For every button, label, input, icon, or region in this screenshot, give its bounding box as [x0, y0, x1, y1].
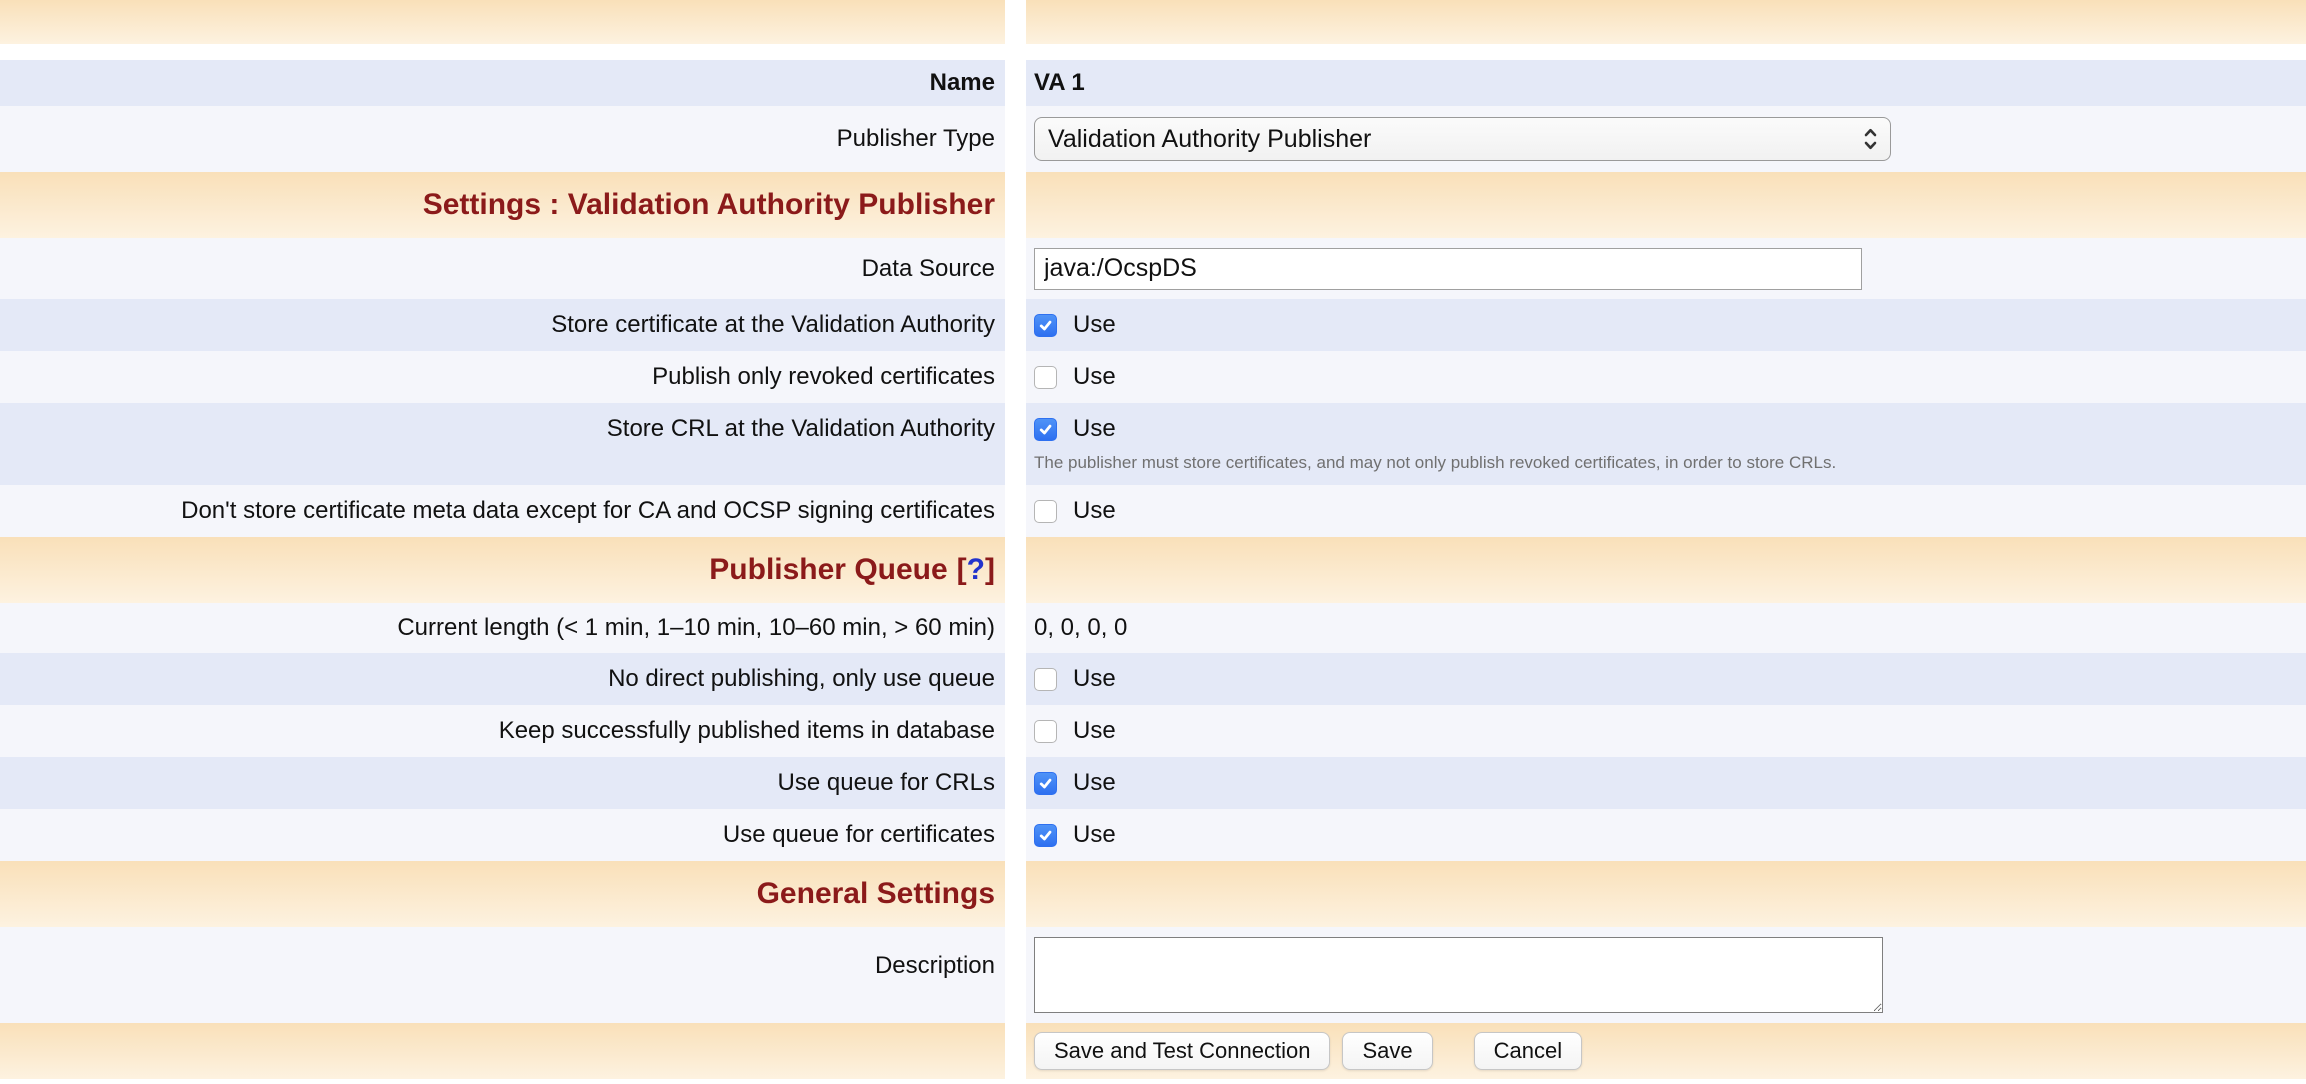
- publisher-type-label: Publisher Type: [837, 124, 995, 154]
- data-source-input[interactable]: [1034, 248, 1862, 290]
- store-crl-note: The publisher must store certificates, a…: [1034, 452, 1836, 473]
- row-name: Name VA 1: [0, 60, 2306, 106]
- settings-section-title: Settings : Validation Authority Publishe…: [423, 187, 995, 223]
- description-label: Description: [875, 951, 995, 981]
- cancel-button[interactable]: Cancel: [1474, 1032, 1582, 1070]
- keep-published-label: Keep successfully published items in dat…: [499, 716, 995, 746]
- name-value: VA 1: [1034, 68, 1085, 98]
- column-divider: [1005, 106, 1026, 172]
- row-queue-for-certificates: Use queue for certificates Use: [0, 809, 2306, 861]
- row-store-certificate: Store certificate at the Validation Auth…: [0, 299, 2306, 351]
- row-description: Description: [0, 927, 2306, 1023]
- column-divider: [1005, 603, 1026, 653]
- column-divider: [1005, 537, 1026, 603]
- checkmark-icon: [1038, 318, 1053, 333]
- column-divider: [1005, 351, 1026, 403]
- dont-store-meta-label: Don't store certificate meta data except…: [181, 496, 995, 526]
- column-divider: [1005, 403, 1026, 485]
- column-divider: [1005, 485, 1026, 537]
- row-publisher-type: Publisher Type Validation Authority Publ…: [0, 106, 2306, 172]
- queue-for-certificates-checkbox[interactable]: [1034, 824, 1057, 847]
- description-textarea[interactable]: [1034, 937, 1883, 1013]
- row-keep-published: Keep successfully published items in dat…: [0, 705, 2306, 757]
- publisher-type-selected-value: Validation Authority Publisher: [1048, 125, 1371, 154]
- queue-for-crls-label: Use queue for CRLs: [778, 768, 995, 798]
- store-crl-label: Store CRL at the Validation Authority: [607, 414, 995, 444]
- general-settings-section-title: General Settings: [757, 876, 995, 912]
- queue-for-certificates-use-label: Use: [1073, 820, 1116, 850]
- column-divider: [1005, 861, 1026, 927]
- column-divider: [1005, 60, 1026, 106]
- current-length-label: Current length (< 1 min, 1–10 min, 10–60…: [397, 613, 995, 643]
- data-source-label: Data Source: [862, 254, 995, 284]
- top-band-left: [0, 0, 1005, 44]
- store-certificate-use-label: Use: [1073, 310, 1116, 340]
- save-button[interactable]: Save: [1342, 1032, 1432, 1070]
- row-publish-only-revoked: Publish only revoked certificates Use: [0, 351, 2306, 403]
- column-divider: [1005, 757, 1026, 809]
- row-actions: Save and Test Connection Save Cancel: [0, 1023, 2306, 1079]
- help-bracket-open: [: [957, 552, 967, 588]
- publisher-queue-help-link[interactable]: ?: [967, 552, 985, 588]
- column-divider: [1005, 705, 1026, 757]
- publisher-type-select[interactable]: Validation Authority Publisher: [1034, 117, 1891, 161]
- save-and-test-connection-button[interactable]: Save and Test Connection: [1034, 1032, 1330, 1070]
- no-direct-publishing-use-label: Use: [1073, 664, 1116, 694]
- row-store-crl: Store CRL at the Validation Authority Us…: [0, 403, 2306, 485]
- dont-store-meta-use-label: Use: [1073, 496, 1116, 526]
- keep-published-checkbox[interactable]: [1034, 720, 1057, 743]
- queue-for-certificates-label: Use queue for certificates: [723, 820, 995, 850]
- help-bracket-close: ]: [985, 552, 995, 588]
- checkmark-icon: [1038, 422, 1053, 437]
- queue-for-crls-checkbox[interactable]: [1034, 772, 1057, 795]
- no-direct-publishing-label: No direct publishing, only use queue: [608, 664, 995, 694]
- dont-store-meta-checkbox[interactable]: [1034, 500, 1057, 523]
- column-divider: [1005, 1023, 1026, 1079]
- publish-only-revoked-label: Publish only revoked certificates: [652, 362, 995, 392]
- row-current-length: Current length (< 1 min, 1–10 min, 10–60…: [0, 603, 2306, 653]
- column-divider: [1005, 927, 1026, 1023]
- row-spacer: [0, 44, 2306, 60]
- checkmark-icon: [1038, 776, 1053, 791]
- keep-published-use-label: Use: [1073, 716, 1116, 746]
- section-general-settings-header: General Settings: [0, 861, 2306, 927]
- store-certificate-checkbox[interactable]: [1034, 314, 1057, 337]
- column-divider: [1005, 0, 1026, 44]
- store-crl-checkbox[interactable]: [1034, 418, 1057, 441]
- row-no-direct-publishing: No direct publishing, only use queue Use: [0, 653, 2306, 705]
- checkmark-icon: [1038, 828, 1053, 843]
- publish-only-revoked-checkbox[interactable]: [1034, 366, 1057, 389]
- top-section-band: [0, 0, 2306, 44]
- row-queue-for-crls: Use queue for CRLs Use: [0, 757, 2306, 809]
- top-band-right: [1026, 0, 2306, 44]
- column-divider: [1005, 299, 1026, 351]
- column-divider: [1005, 238, 1026, 299]
- column-divider: [1005, 653, 1026, 705]
- select-stepper-icon: [1862, 125, 1879, 153]
- column-divider: [1005, 809, 1026, 861]
- store-certificate-label: Store certificate at the Validation Auth…: [551, 310, 995, 340]
- section-settings-header: Settings : Validation Authority Publishe…: [0, 172, 2306, 238]
- publish-only-revoked-use-label: Use: [1073, 362, 1116, 392]
- section-publisher-queue-header: Publisher Queue [?]: [0, 537, 2306, 603]
- name-label: Name: [930, 68, 995, 98]
- store-crl-use-label: Use: [1073, 414, 1116, 444]
- no-direct-publishing-checkbox[interactable]: [1034, 668, 1057, 691]
- row-data-source: Data Source: [0, 238, 2306, 299]
- row-dont-store-meta: Don't store certificate meta data except…: [0, 485, 2306, 537]
- queue-for-crls-use-label: Use: [1073, 768, 1116, 798]
- publisher-queue-section-title: Publisher Queue: [709, 552, 947, 588]
- column-divider: [1005, 172, 1026, 238]
- current-length-value: 0, 0, 0, 0: [1034, 613, 1127, 643]
